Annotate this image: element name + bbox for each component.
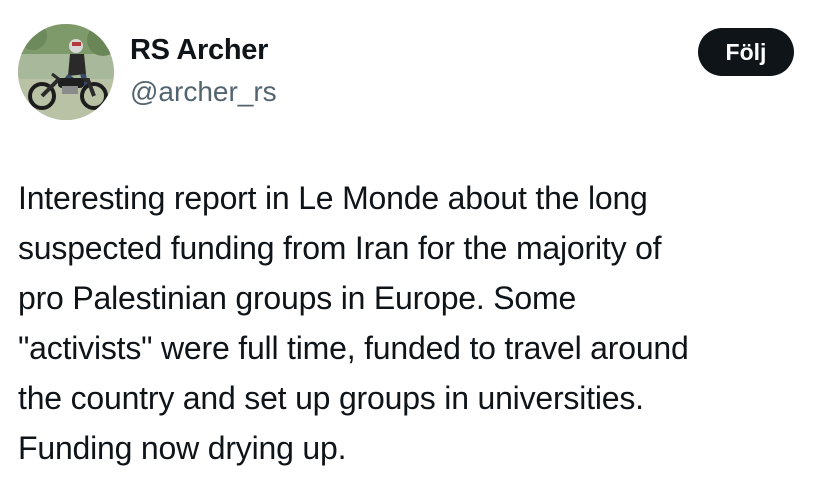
tweet-text: Interesting report in Le Monde about the… <box>18 180 689 466</box>
motorcycle-rider-icon <box>18 24 114 120</box>
author-handle[interactable]: @archer_rs <box>130 76 277 108</box>
follow-button[interactable]: Följ <box>698 28 794 76</box>
tweet-card: RS Archer @archer_rs Följ Interesting re… <box>0 0 828 483</box>
avatar[interactable] <box>18 24 114 120</box>
author-name[interactable]: RS Archer <box>130 34 268 67</box>
